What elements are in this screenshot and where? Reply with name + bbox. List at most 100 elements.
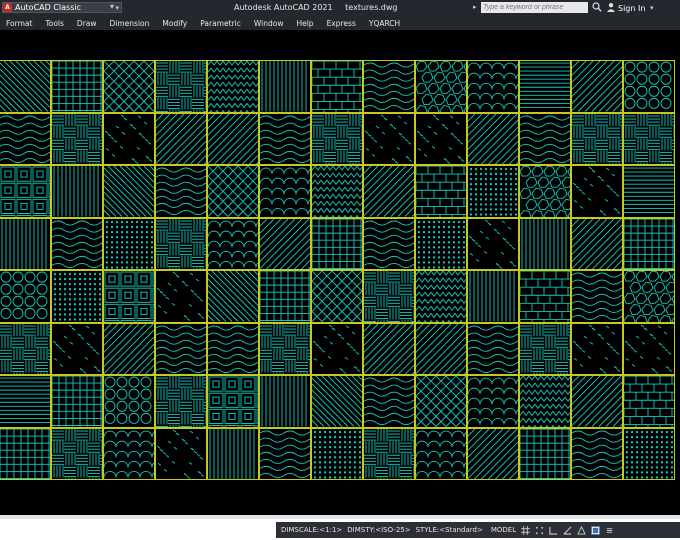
model-space-button[interactable]: MODEL bbox=[491, 526, 516, 534]
hatch-tile bbox=[155, 217, 207, 270]
status-bar-controls: DIMSCALE:<1:1> DIMSTY:<ISO-25> STYLE:<St… bbox=[276, 522, 680, 538]
hatch-tile bbox=[0, 60, 51, 113]
hatch-tile bbox=[519, 165, 571, 218]
hatch-tile bbox=[467, 322, 519, 375]
hatch-tile bbox=[467, 60, 519, 113]
hatch-tile bbox=[467, 270, 519, 323]
hatch-tile bbox=[51, 322, 103, 375]
hatch-tile bbox=[207, 427, 259, 480]
hatch-tile bbox=[0, 165, 51, 218]
hatch-tile bbox=[415, 427, 467, 480]
menu-express[interactable]: Express bbox=[327, 19, 356, 28]
hatch-tile bbox=[571, 217, 623, 270]
hatch-tile bbox=[155, 60, 207, 113]
autocad-logo-icon: A bbox=[3, 3, 12, 12]
hatch-tile bbox=[623, 60, 675, 113]
file-name: textures.dwg bbox=[345, 3, 398, 12]
dimstyle-status: DIMSTY:<ISO-25> bbox=[347, 526, 411, 534]
hatch-tile bbox=[415, 217, 467, 270]
hatch-tile bbox=[259, 270, 311, 323]
hatch-tile bbox=[467, 427, 519, 480]
hatch-tile bbox=[155, 165, 207, 218]
hatch-tile bbox=[623, 322, 675, 375]
hatch-tile bbox=[207, 375, 259, 428]
hatch-tile bbox=[155, 112, 207, 165]
polar-icon[interactable] bbox=[563, 526, 572, 535]
app-name: Autodesk AutoCAD 2021 bbox=[234, 3, 333, 12]
hatch-tile bbox=[259, 322, 311, 375]
hatch-tile bbox=[623, 375, 675, 428]
hatch-tile bbox=[207, 112, 259, 165]
hatch-tile bbox=[311, 112, 363, 165]
layout-tab-strip bbox=[0, 515, 680, 519]
hatch-tile bbox=[103, 60, 155, 113]
hatch-tile bbox=[311, 217, 363, 270]
hatch-tile bbox=[0, 427, 51, 480]
hatch-tile bbox=[519, 112, 571, 165]
hatch-tile bbox=[363, 112, 415, 165]
hatch-tile bbox=[467, 165, 519, 218]
dimscale-status: DIMSCALE:<1:1> bbox=[281, 526, 343, 534]
ortho-icon[interactable] bbox=[549, 526, 558, 535]
customize-icon[interactable] bbox=[605, 526, 614, 535]
hatch-tile bbox=[155, 322, 207, 375]
search-arrow-icon[interactable]: ▸ bbox=[473, 3, 477, 11]
hatch-tile bbox=[571, 60, 623, 113]
hatch-tile bbox=[311, 375, 363, 428]
hatch-tile bbox=[259, 217, 311, 270]
drawing-canvas[interactable] bbox=[0, 30, 680, 507]
quick-access-dropdown-icon[interactable]: ▾ bbox=[110, 2, 114, 11]
hatch-tile bbox=[311, 60, 363, 113]
grid-icon[interactable] bbox=[521, 525, 531, 535]
menu-draw[interactable]: Draw bbox=[77, 19, 97, 28]
snap-icon[interactable] bbox=[535, 526, 544, 535]
hatch-tile bbox=[207, 217, 259, 270]
hatch-tile bbox=[311, 427, 363, 480]
sign-in-button[interactable]: Sign In bbox=[618, 4, 645, 13]
hatch-tile bbox=[51, 375, 103, 428]
menu-bar: Format Tools Draw Dimension Modify Parametric… bbox=[0, 16, 680, 30]
chevron-down-icon[interactable]: ▾ bbox=[650, 4, 654, 12]
hatch-tile bbox=[519, 270, 571, 323]
hatch-tile bbox=[363, 270, 415, 323]
hatch-tile bbox=[0, 217, 51, 270]
hatch-tile bbox=[155, 375, 207, 428]
menu-help[interactable]: Help bbox=[296, 19, 313, 28]
hatch-tile bbox=[519, 217, 571, 270]
menu-tools[interactable]: Tools bbox=[45, 19, 63, 28]
workspace-icon[interactable] bbox=[591, 525, 601, 535]
hatch-tile bbox=[103, 322, 155, 375]
workspace-selector[interactable]: A AutoCAD Classic ▾ bbox=[2, 2, 122, 13]
hatch-tile bbox=[311, 270, 363, 323]
user-icon[interactable] bbox=[606, 2, 616, 12]
hatch-tile bbox=[259, 60, 311, 113]
menu-window[interactable]: Window bbox=[254, 19, 284, 28]
search-icon[interactable] bbox=[592, 2, 602, 12]
menu-yqarch[interactable]: YQARCH bbox=[369, 19, 400, 28]
status-bar: DIMSCALE:<1:1> DIMSTY:<ISO-25> STYLE:<St… bbox=[0, 515, 680, 540]
annotation-icon[interactable] bbox=[577, 525, 586, 535]
title-bar: A AutoCAD Classic ▾ ▾ Autodesk AutoCAD 2… bbox=[0, 0, 680, 16]
hatch-tile bbox=[259, 112, 311, 165]
menu-format[interactable]: Format bbox=[6, 19, 32, 28]
hatch-tile bbox=[0, 375, 51, 428]
menu-parametric[interactable]: Parametric bbox=[200, 19, 241, 28]
hatch-tile bbox=[259, 165, 311, 218]
hatch-tile bbox=[571, 270, 623, 323]
hatch-tile bbox=[103, 112, 155, 165]
menu-dimension[interactable]: Dimension bbox=[110, 19, 150, 28]
hatch-tile bbox=[623, 427, 675, 480]
hatch-tile bbox=[571, 427, 623, 480]
menu-modify[interactable]: Modify bbox=[162, 19, 187, 28]
chevron-down-icon: ▾ bbox=[115, 3, 119, 12]
search-input[interactable] bbox=[481, 2, 588, 13]
hatch-tile bbox=[363, 165, 415, 218]
hatch-tile bbox=[0, 270, 51, 323]
hatch-tile bbox=[259, 375, 311, 428]
hatch-tile bbox=[467, 217, 519, 270]
hatch-tile bbox=[571, 375, 623, 428]
hatch-tile bbox=[623, 217, 675, 270]
hatch-tile bbox=[103, 270, 155, 323]
hatch-tile bbox=[415, 165, 467, 218]
workspace-label: AutoCAD Classic bbox=[15, 3, 82, 12]
